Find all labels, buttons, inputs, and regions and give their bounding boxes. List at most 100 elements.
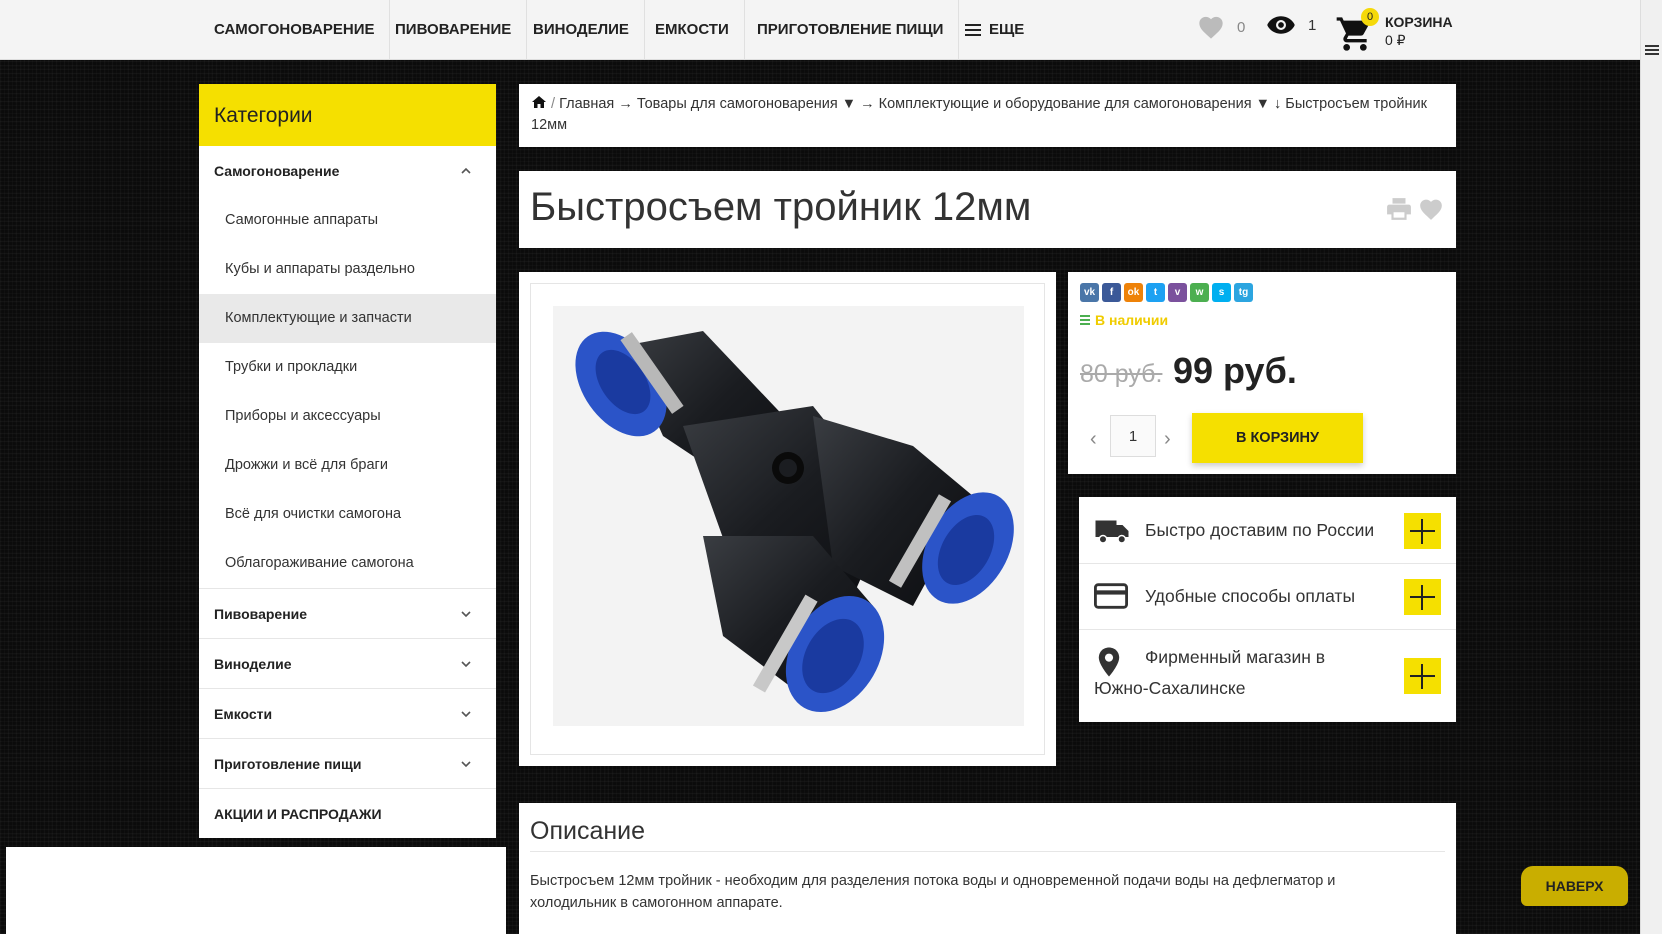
breadcrumb-arrow: ↓ — [1274, 96, 1282, 112]
sidebar-section-vino[interactable]: Виноделие — [199, 639, 496, 689]
breadcrumb: / Главная → Товары для самогоноварения ▼… — [519, 84, 1456, 147]
page-title: Быстросъем тройник 12мм — [530, 185, 1032, 229]
description-line: Быстросъем 12мм тройник - необходим для … — [530, 873, 1336, 889]
odnoklassniki-share-icon[interactable]: ok — [1124, 283, 1143, 302]
breadcrumb-dropdown[interactable]: ▼ — [842, 96, 856, 112]
product-title-card: Быстросъем тройник 12мм — [519, 171, 1456, 248]
nav-more-label: Еще — [989, 21, 1025, 38]
nav-item-emkosti[interactable]: Емкости — [640, 0, 745, 60]
page-scrollbar[interactable] — [1640, 0, 1662, 934]
chevron-up-icon — [461, 167, 471, 174]
sidebar-item-kuby[interactable]: Кубы и аппараты раздельно — [199, 245, 496, 294]
category-sidebar: Категории Самогоноварение Самогонные апп… — [199, 84, 496, 838]
heart-icon — [1199, 16, 1223, 39]
sidebar-item-oblagorazhivanie[interactable]: Облагораживание самогона — [199, 539, 496, 589]
breadcrumb-separator: / — [551, 96, 556, 112]
sidebar-section-label: Пивоварение — [214, 606, 308, 622]
whatsapp-share-icon[interactable]: w — [1190, 283, 1209, 302]
print-icon[interactable] — [1386, 197, 1412, 221]
nav-item-samogon[interactable]: Самогоноварение — [199, 0, 391, 60]
heart-icon[interactable] — [1418, 197, 1444, 221]
sidebar-section-label: Самогоноварение — [214, 163, 340, 179]
stock-bars-icon — [1080, 313, 1090, 327]
views-count: 1 — [1308, 16, 1317, 34]
description-title: Описание — [530, 817, 646, 845]
product-image-card — [519, 272, 1056, 766]
home-icon[interactable] — [531, 95, 547, 109]
stock-label: В наличии — [1095, 312, 1169, 328]
breadcrumb-arrow: → — [618, 96, 633, 112]
description-line: холодильник в самогонном аппарате. — [530, 895, 783, 911]
sidebar-item-trubki[interactable]: Трубки и прокладки — [199, 343, 496, 392]
scrollbar-thumb[interactable] — [1644, 150, 1658, 934]
info-store-text-line1: Фирменный магазин в — [1145, 647, 1326, 667]
sidebar-item-apparaty[interactable]: Самогонные аппараты — [199, 196, 496, 245]
cart-link[interactable]: 0 КОРЗИНА 0 ₽ — [1335, 8, 1455, 54]
info-row-payment[interactable]: Удобные способы оплаты — [1079, 564, 1456, 630]
info-card: Быстро доставим по России Удобные способ… — [1079, 497, 1456, 722]
sidebar-section-label: Емкости — [214, 706, 273, 722]
product-photo[interactable] — [553, 306, 1024, 726]
y-connector-image — [575, 331, 1014, 713]
nav-more-button[interactable]: Еще — [950, 0, 1039, 60]
sidebar-item-promo[interactable]: АКЦИИ И РАСПРОДАЖИ — [199, 789, 496, 839]
current-price: 99 руб. — [1173, 350, 1297, 391]
title-actions — [1386, 197, 1444, 221]
favorites-count: 0 — [1237, 18, 1246, 36]
credit-card-icon — [1094, 583, 1128, 609]
sidebar-section-emkosti[interactable]: Емкости — [199, 689, 496, 739]
breadcrumb-home[interactable]: Главная — [559, 96, 614, 112]
facebook-share-icon[interactable]: f — [1102, 283, 1121, 302]
sidebar-section-samogon[interactable]: Самогоноварение — [199, 146, 496, 196]
skype-share-icon[interactable]: s — [1212, 283, 1231, 302]
cart-badge: 0 — [1361, 8, 1379, 26]
eye-icon — [1267, 16, 1295, 34]
info-payment-text: Удобные способы оплаты — [1145, 586, 1356, 606]
description-text: Быстросъем 12мм тройник - необходим для … — [530, 870, 1410, 914]
description-card: Описание Быстросъем 12мм тройник - необх… — [519, 803, 1456, 934]
breadcrumb-level1[interactable]: Товары для самогоноварения — [637, 96, 838, 112]
cart-title: КОРЗИНА — [1385, 14, 1453, 30]
top-navigation: Самогоноварение Пивоварение Виноделие Ем… — [0, 0, 1640, 60]
sidebar-item-drozhzhi[interactable]: Дрожжи и всё для браги — [199, 441, 496, 490]
breadcrumb-arrow: → — [860, 96, 875, 112]
vk-share-icon[interactable]: vk — [1080, 283, 1099, 302]
favorites-link[interactable]: 0 — [1197, 14, 1245, 40]
info-row-delivery[interactable]: Быстро доставим по России — [1079, 497, 1456, 564]
truck-icon — [1095, 520, 1129, 544]
product-image-frame[interactable] — [530, 283, 1045, 755]
breadcrumb-dropdown[interactable]: ▼ — [1256, 96, 1270, 112]
sidebar-section-label: Приготовление пищи — [214, 756, 362, 772]
chevron-down-icon — [461, 611, 471, 618]
nav-item-vino[interactable]: Виноделие — [518, 0, 645, 60]
sidebar-title: Категории — [199, 84, 496, 146]
viewed-link[interactable]: 1 — [1266, 14, 1316, 36]
expand-plus-button[interactable] — [1404, 658, 1441, 694]
scroll-to-top-button[interactable]: НАВЕРХ — [1521, 866, 1628, 906]
quantity-input[interactable] — [1110, 415, 1156, 457]
viber-share-icon[interactable]: v — [1168, 283, 1187, 302]
sidebar-item-komplektuyushchie[interactable]: Комплектующие и запчасти — [199, 294, 496, 343]
qty-decrease-button[interactable]: ‹ — [1090, 428, 1097, 451]
nav-item-pivo[interactable]: Пивоварение — [380, 0, 528, 60]
cart-sum: 0 ₽ — [1385, 32, 1406, 48]
twitter-share-icon[interactable]: t — [1146, 283, 1165, 302]
old-price: 80 руб. — [1080, 360, 1163, 388]
add-to-cart-button[interactable]: В корзину — [1192, 413, 1363, 463]
sidebar-section-pivo[interactable]: Пивоварение — [199, 589, 496, 639]
info-delivery-text: Быстро доставим по России — [1145, 520, 1375, 540]
expand-plus-button[interactable] — [1404, 513, 1441, 549]
breadcrumb-level2[interactable]: Комплектующие и оборудование для самогон… — [879, 96, 1252, 112]
sidebar-item-pribory[interactable]: Приборы и аксессуары — [199, 392, 496, 441]
expand-plus-button[interactable] — [1404, 579, 1441, 615]
sidebar-item-ochistka[interactable]: Всё для очистки самогона — [199, 490, 496, 539]
info-row-store[interactable]: Фирменный магазин в Южно-Сахалинске — [1079, 630, 1456, 722]
menu-icon — [965, 21, 981, 39]
divider — [530, 851, 1445, 852]
chevron-down-icon — [461, 761, 471, 768]
sidebar-section-food[interactable]: Приготовление пищи — [199, 739, 496, 789]
telegram-share-icon[interactable]: tg — [1234, 283, 1253, 302]
nav-item-food[interactable]: Приготовление пищи — [742, 0, 960, 60]
share-buttons: vk f ok t v w s tg — [1080, 283, 1253, 302]
qty-increase-button[interactable]: › — [1164, 428, 1171, 451]
